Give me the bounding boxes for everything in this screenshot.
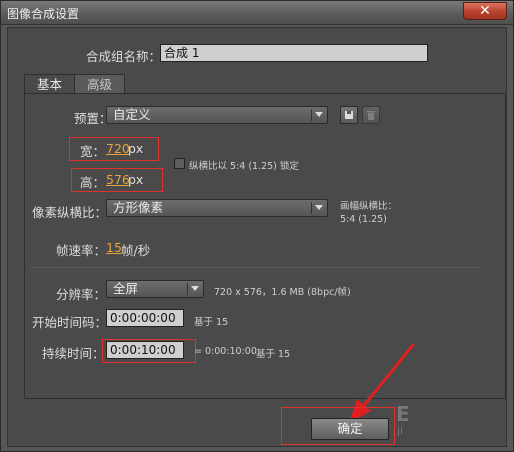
window-title: 图像合成设置 bbox=[7, 7, 80, 21]
resolution-value: 全屏 bbox=[113, 281, 139, 296]
chevron-down-icon bbox=[315, 112, 323, 117]
chevron-down-icon bbox=[191, 286, 199, 291]
save-preset-icon bbox=[345, 111, 353, 119]
width-label: 宽： bbox=[80, 144, 106, 159]
width-unit: px bbox=[128, 141, 144, 156]
resolution-info: 720 x 576，1.6 MB (8bpc/帧) bbox=[214, 287, 351, 298]
frame-rate-value[interactable]: 15 bbox=[106, 240, 122, 255]
duration-base: 基于 15 bbox=[256, 349, 291, 360]
duration-input[interactable]: 0:00:10:00 bbox=[106, 341, 184, 359]
height-unit: px bbox=[128, 172, 144, 187]
ok-button[interactable]: 确定 bbox=[311, 418, 389, 440]
title-bar: 图像合成设置 ✕ bbox=[1, 1, 513, 25]
pixel-aspect-label: 像素纵横比： bbox=[32, 205, 108, 220]
start-timecode-input[interactable]: 0:00:00:00 bbox=[106, 309, 184, 327]
frame-rate-unit: 帧/秒 bbox=[121, 243, 151, 258]
trash-icon bbox=[367, 111, 375, 120]
pixel-aspect-dropdown[interactable]: 方形像素 bbox=[106, 199, 328, 217]
start-timecode-base: 基于 15 bbox=[194, 317, 229, 328]
pixel-aspect-value: 方形像素 bbox=[113, 200, 164, 215]
frame-aspect-label: 画幅纵横比： bbox=[340, 201, 398, 212]
close-button[interactable]: ✕ bbox=[463, 2, 507, 20]
preset-dropdown[interactable]: 自定义 bbox=[106, 106, 328, 124]
tab-basic[interactable]: 基本 bbox=[24, 74, 76, 94]
width-value[interactable]: 720 bbox=[106, 141, 130, 156]
dropdown-separator bbox=[311, 202, 312, 214]
background-letter: E bbox=[396, 402, 410, 426]
comp-name-label: 合成组名称： bbox=[86, 49, 162, 64]
tab-advanced[interactable]: 高级 bbox=[74, 74, 126, 94]
dropdown-separator bbox=[311, 109, 312, 121]
chevron-down-icon bbox=[315, 205, 323, 210]
section-divider bbox=[30, 267, 482, 268]
duration-label: 持续时间： bbox=[42, 346, 105, 361]
resolution-dropdown[interactable]: 全屏 bbox=[106, 280, 204, 298]
start-timecode-label: 开始时间码： bbox=[32, 315, 108, 330]
frame-rate-label: 帧速率： bbox=[56, 243, 107, 258]
height-label: 高： bbox=[80, 175, 106, 190]
comp-name-input[interactable]: 合成 1 bbox=[160, 44, 428, 62]
delete-preset-button[interactable] bbox=[362, 106, 380, 124]
dropdown-separator bbox=[187, 283, 188, 295]
dialog-content: 合成组名称： 合成 1 基本 高级 预置： 自定义 宽： 720 px 纵横比以… bbox=[7, 27, 507, 447]
composition-settings-dialog: 图像合成设置 ✕ 合成组名称： 合成 1 基本 高级 预置： 自定义 宽： 72… bbox=[0, 0, 514, 452]
height-value[interactable]: 576 bbox=[106, 172, 130, 187]
duration-equals: = 0:00:10:00 bbox=[194, 346, 257, 357]
frame-aspect-value: 5:4 (1.25) bbox=[340, 214, 387, 225]
lock-aspect-label: 纵横比以 5:4 (1.25) 锁定 bbox=[189, 161, 299, 172]
lock-aspect-checkbox[interactable] bbox=[174, 158, 185, 169]
save-preset-button[interactable] bbox=[340, 106, 358, 124]
preset-value: 自定义 bbox=[113, 107, 151, 122]
resolution-label: 分辨率： bbox=[56, 287, 107, 302]
background-text: ji bbox=[397, 424, 404, 437]
